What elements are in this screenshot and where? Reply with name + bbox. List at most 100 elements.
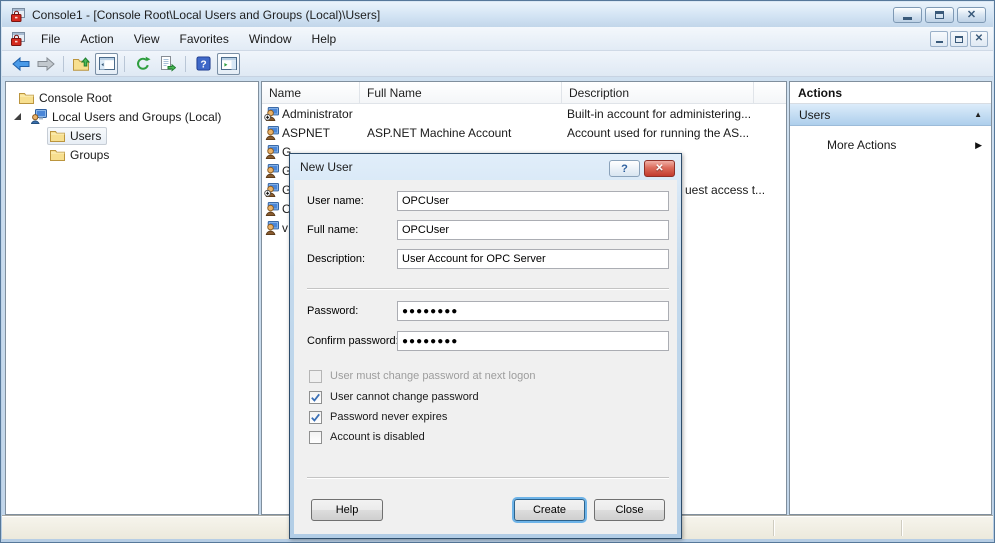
minimize-button[interactable] [893,7,922,23]
child-restore-button[interactable] [950,31,968,47]
child-minimize-button[interactable] [930,31,948,47]
confirm-password-label: Confirm password: [307,331,399,351]
user-disabled-icon [264,182,279,197]
toolbar-separator [124,56,125,72]
forward-button[interactable] [34,53,57,75]
back-button[interactable] [9,53,32,75]
user-icon [264,163,279,178]
checkbox-unchecked-disabled-icon [309,370,322,383]
refresh-button[interactable] [131,53,154,75]
close-button[interactable]: ✕ [957,7,986,23]
menu-window[interactable]: Window [240,29,301,49]
menu-file[interactable]: File [32,29,69,49]
question-icon: ? [621,163,628,175]
column-header-description[interactable]: Description [562,82,754,103]
restore-icon [955,36,963,43]
export-list-icon [160,56,176,72]
tree-item-console-root[interactable]: Console Root [19,88,112,107]
dialog-help-button[interactable]: ? [609,160,640,177]
mmc-child-icon [10,31,26,47]
checkbox-row-cannot-change-password[interactable]: User cannot change password [309,389,479,405]
user-name-field[interactable] [397,191,669,211]
up-one-level-button[interactable] [70,53,93,75]
password-field[interactable] [397,301,669,321]
new-user-dialog: New User ? ✕ User name: Full name: Descr… [289,153,682,539]
user-icon [264,201,279,216]
window-title: Console1 - [Console Root\Local Users and… [32,8,380,22]
child-close-button[interactable]: ✕ [970,31,988,47]
description-field[interactable] [397,249,669,269]
show-action-pane-button[interactable] [217,53,240,75]
user-icon [264,125,279,140]
folder-icon [50,129,65,142]
refresh-icon [135,56,151,72]
tree-item-groups[interactable]: Groups [50,145,109,164]
show-console-tree-icon [99,57,115,70]
help-button[interactable]: ? [192,53,215,75]
back-icon [12,56,30,72]
statusbar-separator [773,520,774,536]
separator [307,477,669,479]
checkbox-unchecked-icon[interactable] [309,431,322,444]
close-dialog-button[interactable]: Close [594,499,665,521]
user-disabled-icon [264,106,279,121]
create-button[interactable]: Create [514,499,585,521]
close-icon: ✕ [975,34,983,44]
menu-help[interactable]: Help [303,29,346,49]
title-bar: Console1 - [Console Root\Local Users and… [2,2,993,27]
cell-description: Built-in account for administering... [567,104,751,123]
minimize-icon [903,17,912,20]
menu-bar: File Action View Favorites Window Help ✕ [2,27,993,51]
actions-group-users[interactable]: Users ▲ [790,104,991,126]
actions-group-label: Users [799,108,830,122]
checkbox-row-must-change-password[interactable]: User must change password at next logon [309,368,535,384]
separator [307,288,669,290]
checkbox-row-account-disabled[interactable]: Account is disabled [309,429,425,445]
table-row-administrator[interactable]: Administrator Built-in account for admin… [262,104,786,123]
close-icon: ✕ [967,10,976,21]
dialog-title: New User [300,160,353,174]
statusbar-separator [901,520,902,536]
more-actions-label: More Actions [827,138,896,152]
help-dialog-button[interactable]: Help [311,499,383,521]
user-icon [264,220,279,235]
checkbox-label: Account is disabled [330,431,425,443]
menu-favorites[interactable]: Favorites [171,29,238,49]
console-tree-pane: Console Root Local Users and Groups (Loc… [5,81,259,515]
password-label: Password: [307,301,358,321]
dialog-close-button[interactable]: ✕ [644,160,675,177]
cell-full-name: ASP.NET Machine Account [367,123,511,142]
expander-icon[interactable] [14,113,21,120]
checkbox-checked-icon[interactable] [309,411,322,424]
table-row-aspnet[interactable]: ASPNET ASP.NET Machine Account Account u… [262,123,786,142]
dialog-title-bar: New User [296,154,353,179]
menu-view[interactable]: View [125,29,169,49]
folder-icon [50,148,65,161]
tree-item-users[interactable]: Users [47,126,107,145]
tree-item-label: Users [70,129,101,143]
up-one-level-icon [73,56,90,71]
close-icon: ✕ [655,163,663,174]
column-header-name[interactable]: Name [262,82,360,103]
checkbox-row-password-never-expires[interactable]: Password never expires [309,409,447,425]
more-actions-item[interactable]: More Actions ▶ [790,135,991,155]
confirm-password-field[interactable] [397,331,669,351]
full-name-field[interactable] [397,220,669,240]
dialog-body: User name: Full name: Description: Passw… [294,180,677,534]
menu-action[interactable]: Action [71,29,122,49]
help-icon: ? [196,56,211,71]
cell-description: Account used for running the AS... [567,123,749,142]
mmc-app-icon [10,7,26,23]
mmc-window: Console1 - [Console Root\Local Users and… [0,0,995,543]
checkbox-label: User cannot change password [330,391,479,403]
folder-icon [19,91,34,104]
column-header-full-name[interactable]: Full Name [360,82,562,103]
cell-name: ASPNET [282,126,330,140]
collapse-icon[interactable]: ▲ [974,110,982,119]
restore-button[interactable] [925,7,954,23]
tree-item-local-users-and-groups[interactable]: Local Users and Groups (Local) [14,107,221,126]
checkbox-checked-icon[interactable] [309,391,322,404]
export-list-button[interactable] [156,53,179,75]
show-console-tree-button[interactable] [95,53,118,75]
tree-item-label: Console Root [39,91,112,105]
